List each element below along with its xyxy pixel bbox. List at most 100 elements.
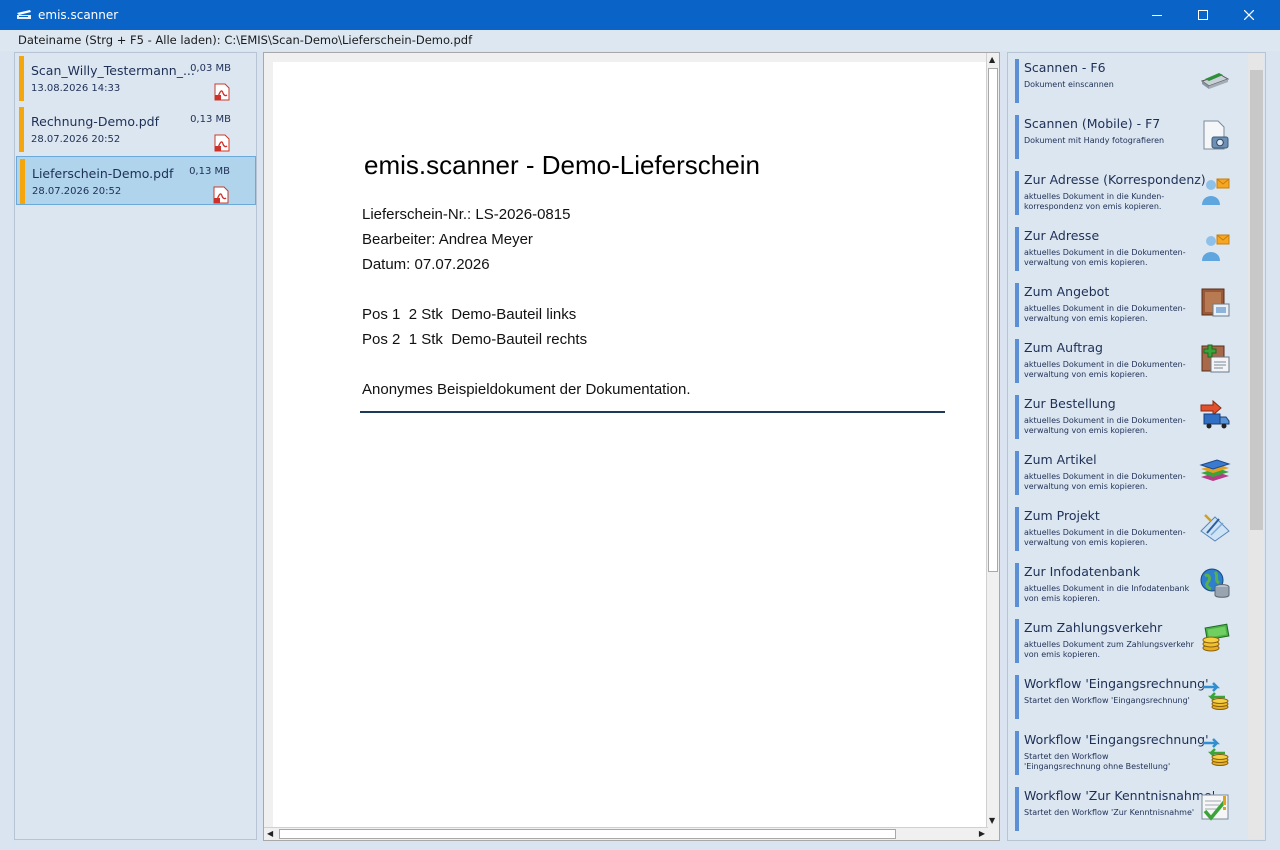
pdf-file-icon	[214, 134, 230, 152]
document-line: Anonymes Beispieldokument der Dokumentat…	[362, 381, 691, 398]
scanner-icon	[1200, 73, 1230, 89]
workflow-coins-icon	[1203, 682, 1229, 710]
action-marker	[1015, 675, 1019, 719]
close-button[interactable]	[1226, 0, 1272, 30]
action-marker	[1015, 619, 1019, 663]
vertical-scrollbar[interactable]: ▲ ▼	[986, 53, 999, 828]
action-workflow-eingangsrechnung[interactable]: Workflow 'Eingangsrechnung' Startet den …	[1013, 673, 1235, 721]
action-panel-scroll-thumb[interactable]	[1250, 70, 1263, 530]
document-title: emis.scanner - Demo-Lieferschein	[364, 150, 760, 180]
action-marker	[1015, 283, 1019, 327]
action-zur-infodatenbank[interactable]: Zur Infodatenbank aktuelles Dokument in …	[1013, 561, 1235, 609]
action-marker	[1015, 115, 1019, 159]
action-label: Zur Bestellung	[1024, 396, 1116, 411]
action-panel-scrollbar[interactable]	[1248, 54, 1264, 839]
action-zur-bestellung[interactable]: Zur Bestellung aktuelles Dokument in die…	[1013, 393, 1235, 441]
maximize-button[interactable]	[1180, 0, 1226, 30]
file-name: Lieferschein-Demo.pdf	[32, 166, 174, 181]
order-icon	[1201, 344, 1230, 373]
action-workflow-zur-kenntnisnahme[interactable]: Workflow 'Zur Kenntnisnahme' Startet den…	[1013, 785, 1235, 833]
maximize-icon	[1198, 10, 1208, 20]
action-marker	[1015, 339, 1019, 383]
action-label: Zum Auftrag	[1024, 340, 1103, 355]
action-label: Zur Adresse	[1024, 228, 1100, 243]
action-description: aktuelles Dokument zum Zahlungsverkehr v…	[1024, 640, 1194, 659]
action-description: Startet den Workflow 'Eingangsrechnung o…	[1024, 752, 1171, 771]
acknowledge-check-icon	[1201, 794, 1229, 821]
document-line: Bearbeiter: Andrea Meyer	[362, 231, 533, 248]
action-workflow-eingangsrechnung-ohne-bestellung[interactable]: Workflow 'Eingangsrechnung' Startet den …	[1013, 729, 1235, 777]
title-bar: emis.scanner	[0, 0, 1280, 30]
workflow-coins-icon	[1203, 738, 1229, 766]
document-viewer[interactable]: emis.scanner - Demo-Lieferschein Liefers…	[263, 52, 1000, 841]
money-icon	[1202, 623, 1230, 652]
contact-correspondence-icon	[1202, 178, 1230, 205]
scroll-right-icon[interactable]: ▶	[979, 830, 985, 838]
action-label: Workflow 'Eingangsrechnung'	[1024, 732, 1209, 747]
scroll-down-icon[interactable]: ▼	[989, 817, 995, 825]
delivery-truck-icon	[1200, 399, 1230, 429]
action-description: Startet den Workflow 'Eingangsrechnung'	[1024, 696, 1190, 705]
pdf-file-icon	[214, 83, 230, 101]
action-zum-zahlungsverkehr[interactable]: Zum Zahlungsverkehr aktuelles Dokument z…	[1013, 617, 1235, 665]
action-marker	[1015, 731, 1019, 775]
document-line: Datum: 07.07.2026	[362, 256, 490, 273]
action-label: Workflow 'Zur Kenntnisnahme'	[1024, 788, 1216, 803]
file-list-item[interactable]: Scan_Willy_Testermann_... 0,03 MB 13.08.…	[16, 54, 256, 103]
mobile-photo-icon	[1203, 120, 1229, 150]
filename-bar: Dateiname (Strg + F5 - Alle laden): C:\E…	[0, 30, 1280, 51]
minimize-icon	[1152, 15, 1162, 16]
action-description: aktuelles Dokument in die Dokumenten- ve…	[1024, 416, 1186, 435]
horizontal-scrollbar[interactable]: ◀ ▶	[264, 827, 988, 840]
file-name: Scan_Willy_Testermann_...	[31, 63, 195, 78]
document-page: emis.scanner - Demo-Lieferschein Liefers…	[273, 62, 988, 827]
action-zum-projekt[interactable]: Zum Projekt aktuelles Dokument in die Do…	[1013, 505, 1235, 553]
action-description: aktuelles Dokument in die Dokumenten- ve…	[1024, 248, 1186, 267]
action-panel: Scannen - F6 Dokument einscannen Scannen…	[1007, 52, 1266, 841]
file-date: 28.07.2026 20:52	[32, 186, 122, 197]
file-size: 0,03 MB	[190, 63, 231, 74]
app-window: emis.scanner Dateiname (Strg + F5 - Alle…	[0, 0, 1280, 850]
file-list-item[interactable]: Rechnung-Demo.pdf 0,13 MB 28.07.2026 20:…	[16, 105, 256, 154]
globe-database-icon	[1200, 568, 1230, 598]
action-zur-adresse[interactable]: Zur Adresse aktuelles Dokument in die Do…	[1013, 225, 1235, 273]
action-scannen-mobile[interactable]: Scannen (Mobile) - F7 Dokument mit Handy…	[1013, 113, 1235, 161]
action-marker	[1015, 451, 1019, 495]
action-label: Zum Artikel	[1024, 452, 1097, 467]
action-marker	[1015, 507, 1019, 551]
action-scannen[interactable]: Scannen - F6 Dokument einscannen	[1013, 57, 1235, 105]
action-description: Dokument mit Handy fotografieren	[1024, 136, 1165, 145]
action-marker	[1015, 59, 1019, 103]
file-marker	[19, 107, 24, 152]
action-description: aktuelles Dokument in die Kunden- korres…	[1024, 192, 1165, 211]
action-description: aktuelles Dokument in die Dokumenten- ve…	[1024, 360, 1186, 379]
vertical-scroll-thumb[interactable]	[988, 68, 998, 572]
file-name: Rechnung-Demo.pdf	[31, 114, 159, 129]
file-list-item-selected[interactable]: Lieferschein-Demo.pdf 0,13 MB 28.07.2026…	[16, 156, 256, 205]
action-label: Zum Angebot	[1024, 284, 1110, 299]
horizontal-scroll-thumb[interactable]	[279, 829, 896, 839]
offer-icon	[1201, 288, 1230, 317]
action-marker	[1015, 227, 1019, 271]
file-marker	[19, 56, 24, 101]
action-description: Startet den Workflow 'Zur Kenntnisnahme'	[1024, 808, 1195, 817]
action-zur-adresse-korrespondenz[interactable]: Zur Adresse (Korrespondenz) aktuelles Do…	[1013, 169, 1235, 217]
action-zum-auftrag[interactable]: Zum Auftrag aktuelles Dokument in die Do…	[1013, 337, 1235, 385]
contact-icon	[1202, 234, 1230, 261]
scroll-up-icon[interactable]: ▲	[989, 56, 995, 64]
scroll-left-icon[interactable]: ◀	[267, 830, 273, 838]
window-title: emis.scanner	[38, 8, 119, 22]
document-line: Pos 2 1 Stk Demo-Bauteil rechts	[362, 331, 588, 348]
close-icon	[1244, 10, 1254, 20]
file-list[interactable]: Scan_Willy_Testermann_... 0,03 MB 13.08.…	[14, 52, 257, 840]
document-divider	[360, 411, 945, 413]
action-description: aktuelles Dokument in die Dokumenten- ve…	[1024, 472, 1186, 491]
action-zum-artikel[interactable]: Zum Artikel aktuelles Dokument in die Do…	[1013, 449, 1235, 497]
article-stack-icon	[1199, 459, 1231, 481]
scanner-app-icon	[17, 10, 31, 19]
document-line: Pos 1 2 Stk Demo-Bauteil links	[362, 306, 577, 323]
pdf-file-icon	[213, 186, 229, 204]
minimize-button[interactable]	[1134, 0, 1180, 30]
action-description: aktuelles Dokument in die Dokumenten- ve…	[1024, 304, 1186, 323]
action-zum-angebot[interactable]: Zum Angebot aktuelles Dokument in die Do…	[1013, 281, 1235, 329]
